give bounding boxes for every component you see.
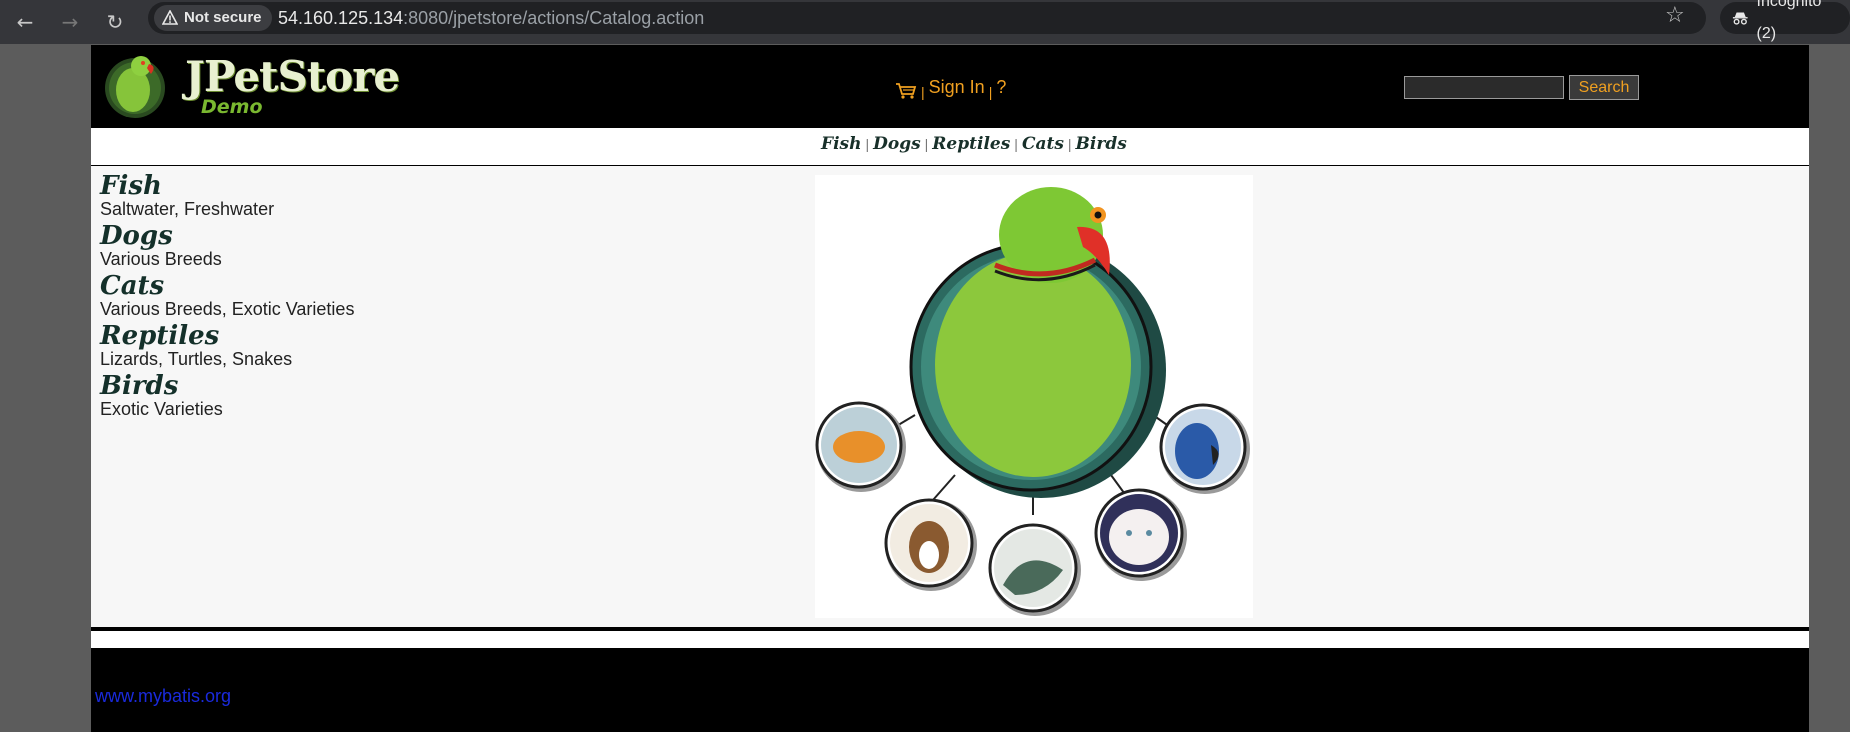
forward-icon[interactable]: → bbox=[55, 7, 85, 37]
logo-title: JPetStore bbox=[185, 52, 400, 101]
category-item: Cats Various Breeds, Exotic Varieties bbox=[100, 273, 354, 319]
parrot-logo-icon bbox=[105, 56, 165, 118]
category-link-fish[interactable]: Fish bbox=[100, 173, 354, 199]
menu-separator: | bbox=[921, 83, 925, 100]
category-desc: Various Breeds, Exotic Varieties bbox=[100, 299, 355, 319]
category-desc: Various Breeds bbox=[100, 249, 222, 269]
quicklink-reptiles[interactable]: Reptiles bbox=[932, 134, 1010, 154]
pet-collage-illustration bbox=[815, 187, 1250, 616]
footer-divider bbox=[91, 631, 1809, 648]
site-header: JPetStore Demo | Sign In | ? Search bbox=[91, 45, 1809, 127]
search-button[interactable]: Search bbox=[1569, 75, 1639, 100]
category-item: Fish Saltwater, Freshwater bbox=[100, 173, 354, 219]
category-item: Reptiles Lizards, Turtles, Snakes bbox=[100, 323, 354, 369]
cart-icon[interactable] bbox=[895, 82, 917, 100]
security-chip[interactable]: Not secure bbox=[154, 5, 272, 31]
reload-icon[interactable]: ↻ bbox=[100, 7, 130, 37]
bookmark-star-icon[interactable]: ☆ bbox=[1665, 1, 1685, 31]
quicklink-separator: | bbox=[1014, 136, 1018, 152]
logo[interactable]: JPetStore Demo bbox=[101, 48, 400, 120]
url-path: :8080/jpetstore/actions/Catalog.action bbox=[403, 8, 705, 28]
incognito-button[interactable]: Incognito (2) bbox=[1720, 0, 1850, 42]
back-icon[interactable]: ← bbox=[10, 7, 40, 37]
category-desc: Lizards, Turtles, Snakes bbox=[100, 349, 293, 369]
category-link-birds[interactable]: Birds bbox=[100, 373, 354, 399]
browser-toolbar: ← → ↻ Not secure 54.160.125.134:8080/jpe… bbox=[0, 0, 1850, 44]
quick-links-bar: Fish | Dogs | Reptiles | Cats | Birds bbox=[91, 128, 1809, 165]
quicklink-separator: | bbox=[865, 136, 870, 152]
quicklink-dogs[interactable]: Dogs bbox=[873, 134, 921, 154]
quicklink-fish[interactable]: Fish bbox=[821, 134, 861, 154]
category-link-dogs[interactable]: Dogs bbox=[100, 223, 354, 249]
warning-icon bbox=[162, 10, 178, 25]
quicklink-birds[interactable]: Birds bbox=[1076, 134, 1127, 154]
help-link[interactable]: ? bbox=[996, 77, 1006, 98]
mybatis-link[interactable]: www.mybatis.org bbox=[95, 686, 231, 707]
category-link-reptiles[interactable]: Reptiles bbox=[100, 323, 354, 349]
search-input[interactable] bbox=[1404, 76, 1564, 99]
security-label: Not secure bbox=[184, 9, 262, 26]
site-footer: www.mybatis.org bbox=[91, 650, 1809, 732]
header-menu: | Sign In | ? bbox=[895, 77, 1006, 100]
category-item: Dogs Various Breeds bbox=[100, 223, 354, 269]
url-host: 54.160.125.134 bbox=[278, 8, 404, 28]
quicklink-separator: | bbox=[924, 136, 929, 152]
logo-subtitle: Demo bbox=[201, 96, 263, 118]
incognito-label: Incognito (2) bbox=[1756, 0, 1822, 42]
quicklink-cats[interactable]: Cats bbox=[1022, 134, 1064, 154]
jpetstore-page: JPetStore Demo | Sign In | ? Search Fish… bbox=[91, 45, 1809, 732]
main-content: Fish Saltwater, Freshwater Dogs Various … bbox=[91, 166, 1809, 627]
category-desc: Saltwater, Freshwater bbox=[100, 199, 275, 219]
menu-separator: | bbox=[988, 83, 993, 100]
category-link-cats[interactable]: Cats bbox=[100, 273, 354, 299]
category-sidebar: Fish Saltwater, Freshwater Dogs Various … bbox=[100, 173, 354, 423]
sign-in-link[interactable]: Sign In bbox=[929, 77, 985, 98]
url-text[interactable]: 54.160.125.134:8080/jpetstore/actions/Ca… bbox=[278, 2, 704, 34]
category-image-map bbox=[815, 175, 1253, 618]
address-bar[interactable]: Not secure 54.160.125.134:8080/jpetstore… bbox=[148, 2, 1706, 34]
category-desc: Exotic Varieties bbox=[100, 399, 223, 419]
category-item: Birds Exotic Varieties bbox=[100, 373, 354, 419]
quicklink-separator: | bbox=[1067, 136, 1072, 152]
incognito-icon bbox=[1732, 12, 1748, 25]
